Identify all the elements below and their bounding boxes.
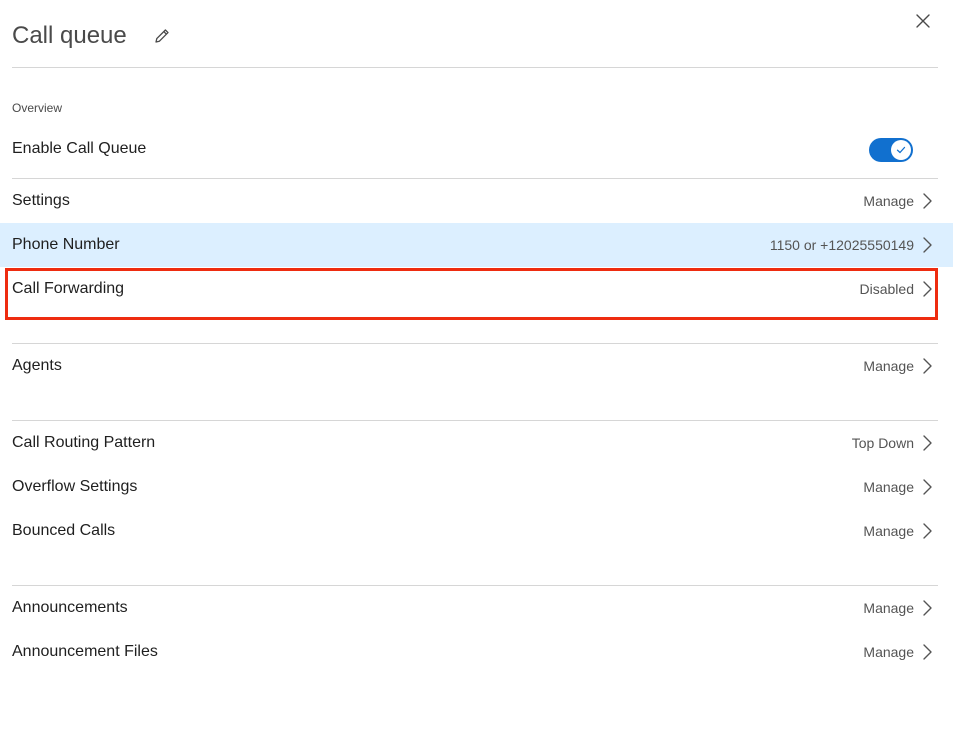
- overflow-settings-row[interactable]: Overflow Settings Manage: [0, 465, 953, 509]
- enable-call-queue-toggle[interactable]: [869, 138, 913, 162]
- phone-number-value: 1150 or +12025550149: [769, 237, 914, 253]
- call-forwarding-value: Disabled: [859, 281, 914, 297]
- chevron-right-icon: [923, 644, 932, 660]
- announcement-files-value: Manage: [863, 644, 914, 660]
- chevron-right-icon: [923, 193, 932, 209]
- call-forwarding-row[interactable]: Call Forwarding Disabled: [0, 267, 953, 311]
- announcement-files-label: Announcement Files: [12, 643, 158, 660]
- agents-label: Agents: [12, 357, 62, 374]
- toggle-knob: [891, 140, 911, 160]
- agents-value: Manage: [863, 358, 914, 374]
- close-icon[interactable]: [914, 12, 932, 30]
- agents-row[interactable]: Agents Manage: [0, 344, 953, 388]
- overflow-settings-value: Manage: [863, 479, 914, 495]
- settings-label: Settings: [12, 192, 70, 209]
- chevron-right-icon: [923, 237, 932, 253]
- chevron-right-icon: [923, 281, 932, 297]
- chevron-right-icon: [923, 358, 932, 374]
- page-title: Call queue: [12, 22, 127, 49]
- call-routing-pattern-label: Call Routing Pattern: [12, 434, 156, 451]
- bounced-calls-value: Manage: [863, 523, 914, 539]
- enable-call-queue-label: Enable Call Queue: [12, 140, 147, 157]
- enable-call-queue-row: Enable Call Queue: [0, 127, 953, 171]
- call-forwarding-label: Call Forwarding: [12, 280, 125, 297]
- chevron-right-icon: [923, 479, 932, 495]
- call-routing-pattern-row[interactable]: Call Routing Pattern Top Down: [0, 421, 953, 465]
- check-icon: [896, 146, 906, 154]
- chevron-right-icon: [923, 435, 932, 451]
- settings-value: Manage: [863, 193, 914, 209]
- bounced-calls-label: Bounced Calls: [12, 522, 116, 539]
- announcements-row[interactable]: Announcements Manage: [0, 586, 953, 630]
- phone-number-row[interactable]: Phone Number 1150 or +12025550149: [0, 223, 953, 267]
- settings-row[interactable]: Settings Manage: [0, 179, 953, 223]
- phone-number-label: Phone Number: [12, 236, 120, 253]
- pencil-icon[interactable]: [153, 27, 171, 45]
- announcements-label: Announcements: [12, 599, 128, 616]
- chevron-right-icon: [923, 600, 932, 616]
- announcement-files-row[interactable]: Announcement Files Manage: [0, 630, 953, 674]
- announcements-value: Manage: [863, 600, 914, 616]
- panel-header: Call queue: [12, 0, 938, 68]
- bounced-calls-row[interactable]: Bounced Calls Manage: [0, 509, 953, 553]
- call-routing-pattern-value: Top Down: [851, 435, 914, 451]
- section-label-overview: Overview: [12, 101, 63, 115]
- chevron-right-icon: [923, 523, 932, 539]
- overflow-settings-label: Overflow Settings: [12, 478, 138, 495]
